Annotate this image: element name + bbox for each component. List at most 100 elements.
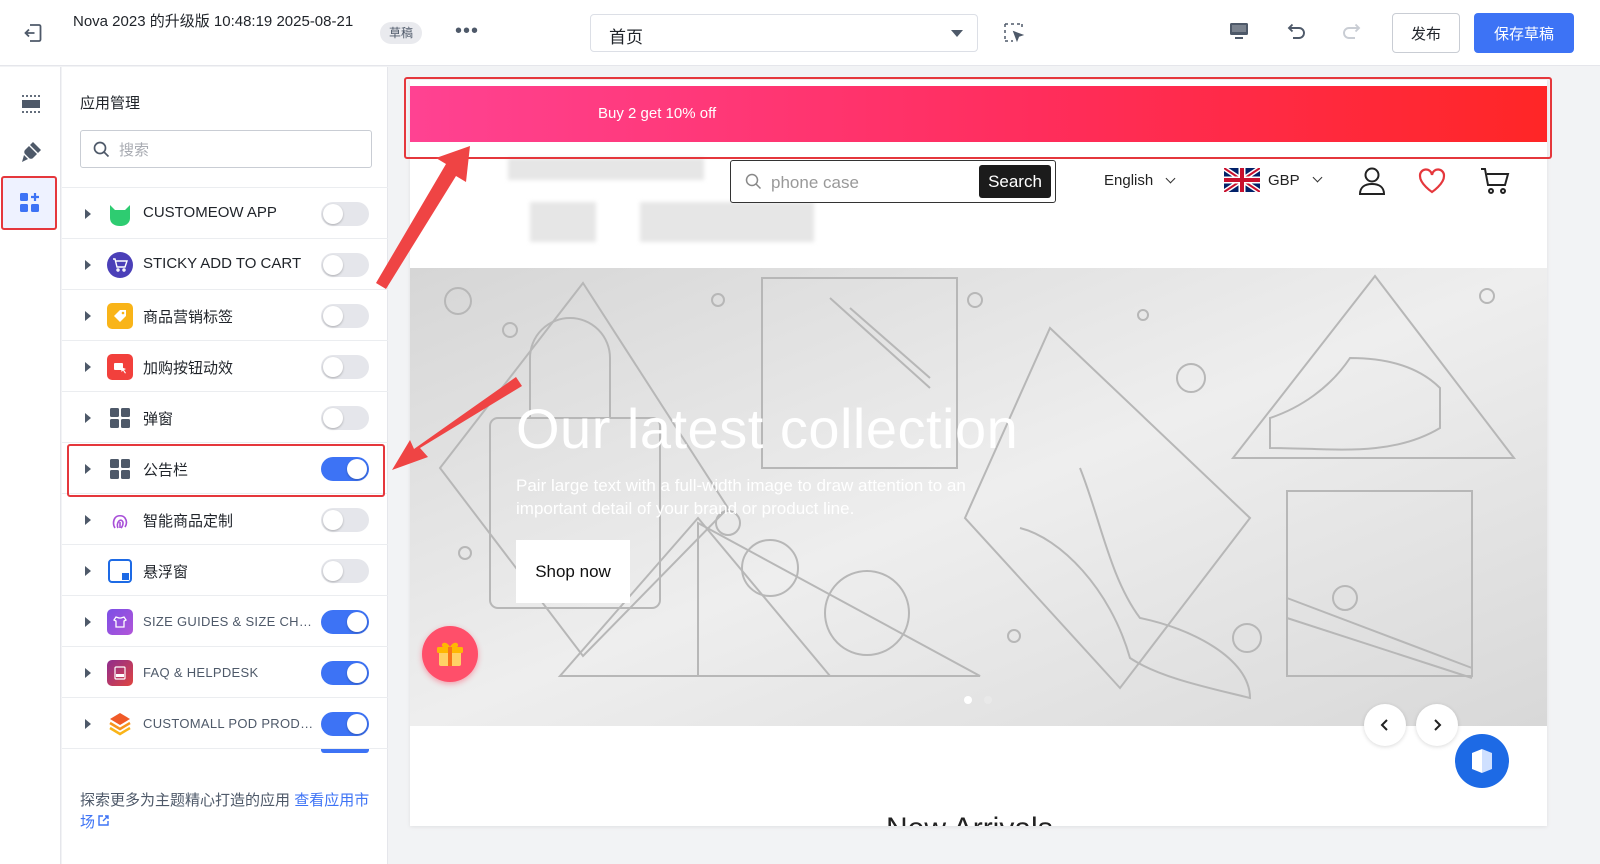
app-enable-toggle[interactable] (321, 712, 369, 736)
cart-icon (1481, 168, 1510, 194)
expand-caret-icon[interactable] (85, 719, 91, 729)
save-draft-button[interactable]: 保存草稿 (1474, 13, 1574, 53)
rail-apps-button[interactable] (1, 176, 57, 230)
undo-button[interactable] (1284, 19, 1308, 48)
currency-select[interactable]: GBP (1224, 168, 1323, 192)
app-enable-toggle[interactable] (321, 202, 369, 226)
chevron-down-icon (1312, 172, 1323, 182)
more-options-button[interactable]: ••• (455, 20, 479, 42)
redo-button[interactable] (1340, 19, 1364, 48)
app-enable-toggle[interactable] (321, 508, 369, 532)
app-enable-toggle[interactable] (321, 457, 369, 481)
currency-label: GBP (1268, 171, 1300, 189)
publish-button[interactable]: 发布 (1392, 13, 1460, 53)
app-row-customall[interactable]: CUSTOMALL POD PRODUCT (62, 697, 388, 749)
exit-icon (24, 24, 42, 42)
chat-widget-button[interactable] (1455, 734, 1509, 788)
language-select[interactable]: English (1104, 172, 1176, 189)
app-enable-toggle[interactable] (321, 559, 369, 583)
store-search-input[interactable] (771, 172, 971, 194)
chat-logo-icon (1472, 749, 1492, 773)
app-management-panel: 应用管理 CUSTOMEOW APP STICKY ADD TO CART (62, 67, 388, 864)
page-select-dropdown[interactable]: 首页 (590, 14, 978, 52)
announcement-bar[interactable]: Buy 2 get 10% off (410, 86, 1547, 142)
app-enable-toggle[interactable] (321, 610, 369, 634)
cart-button[interactable] (1480, 166, 1510, 201)
shop-now-button[interactable]: Shop now (516, 540, 630, 603)
language-label: English (1104, 172, 1154, 189)
store-search-button[interactable]: Search (979, 165, 1051, 198)
app-row-marketing-tags[interactable]: 商品营销标签 (62, 289, 388, 341)
chevron-down-icon (1165, 173, 1176, 184)
expand-caret-icon[interactable] (85, 311, 91, 321)
select-cursor-icon (1004, 23, 1025, 43)
app-row-floating-window[interactable]: 悬浮窗 (62, 544, 388, 596)
footer-text: 探索更多为主题精心打造的应用 (80, 792, 291, 809)
app-row-customeow[interactable]: CUSTOMEOW APP (62, 187, 388, 239)
exit-editor-button[interactable] (20, 20, 46, 46)
app-enable-toggle[interactable] (321, 253, 369, 277)
expand-caret-icon[interactable] (85, 566, 91, 576)
app-enable-toggle[interactable] (321, 661, 369, 685)
app-name: 悬浮窗 (143, 564, 189, 581)
app-row-faq-helpdesk[interactable]: FAQ & HELPDESK (62, 646, 388, 698)
app-search-input[interactable] (119, 139, 359, 161)
slide-dot[interactable] (984, 696, 992, 704)
hero-heading: Our latest collection (516, 397, 1019, 460)
chevron-down-icon (951, 30, 963, 37)
uk-flag-icon (1224, 168, 1260, 192)
theme-brush-icon (22, 142, 41, 162)
app-row-cart-button-effect[interactable]: 加购按钮动效 (62, 340, 388, 392)
app-row-size-guides[interactable]: SIZE GUIDES & SIZE CHART (62, 595, 388, 647)
app-name: 弹窗 (143, 411, 174, 428)
expand-caret-icon[interactable] (85, 362, 91, 372)
desktop-icon (1230, 23, 1248, 39)
panel-title: 应用管理 (80, 95, 141, 112)
app-row-popup[interactable]: 弹窗 (62, 391, 388, 443)
slide-prev-button[interactable] (1364, 704, 1406, 746)
search-icon (745, 173, 762, 190)
expand-caret-icon[interactable] (85, 464, 91, 474)
announcement-text: Buy 2 get 10% off (598, 105, 717, 122)
nav-link-placeholder (530, 202, 596, 242)
sections-icon (22, 95, 40, 113)
app-enable-toggle[interactable] (321, 355, 369, 379)
element-select-tool[interactable] (1003, 22, 1025, 44)
nav-link-placeholder (640, 202, 814, 242)
expand-caret-icon[interactable] (85, 668, 91, 678)
app-enable-toggle[interactable] (321, 749, 369, 753)
account-button[interactable] (1358, 166, 1386, 201)
expand-caret-icon[interactable] (85, 617, 91, 627)
app-name: CUSTOMALL POD PRODUCT (143, 716, 318, 731)
grid-icon (107, 405, 133, 431)
top-bar: Nova 2023 的升级版 10:48:19 2025-08-21 草稿 ••… (0, 0, 1600, 66)
store-preview-canvas: Buy 2 get 10% off Search English GBP (410, 80, 1547, 826)
rail-theme-button[interactable] (14, 135, 48, 169)
app-name: SIZE GUIDES & SIZE CHART (143, 614, 318, 629)
app-name: 智能商品定制 (143, 513, 234, 530)
expand-caret-icon[interactable] (85, 209, 91, 219)
slide-next-button[interactable] (1416, 704, 1458, 746)
app-row-sticky-add-to-cart[interactable]: STICKY ADD TO CART (62, 238, 388, 290)
app-enable-toggle[interactable] (321, 304, 369, 328)
cart-effect-icon (107, 354, 133, 380)
app-enable-toggle[interactable] (321, 406, 369, 430)
store-search-box: Search (730, 160, 1056, 203)
theme-title: Nova 2023 的升级版 10:48:19 2025-08-21 (73, 13, 354, 30)
float-window-icon (107, 558, 133, 584)
new-arrivals-heading: New Arrivals (886, 812, 1053, 826)
rail-sections-button[interactable] (14, 87, 48, 121)
expand-caret-icon[interactable] (85, 260, 91, 270)
search-icon (93, 141, 110, 158)
app-name: 加购按钮动效 (143, 360, 234, 377)
wishlist-button[interactable] (1418, 168, 1446, 199)
app-row-smart-customization[interactable]: 智能商品定制 (62, 493, 388, 545)
expand-caret-icon[interactable] (85, 413, 91, 423)
desktop-view-toggle[interactable] (1228, 20, 1250, 47)
slide-dot-active[interactable] (964, 696, 972, 704)
grid-icon (107, 456, 133, 482)
customeow-cat-icon (107, 201, 133, 227)
gift-widget-button[interactable] (422, 626, 478, 682)
expand-caret-icon[interactable] (85, 515, 91, 525)
app-row-announcement-bar[interactable]: 公告栏 (62, 442, 388, 494)
